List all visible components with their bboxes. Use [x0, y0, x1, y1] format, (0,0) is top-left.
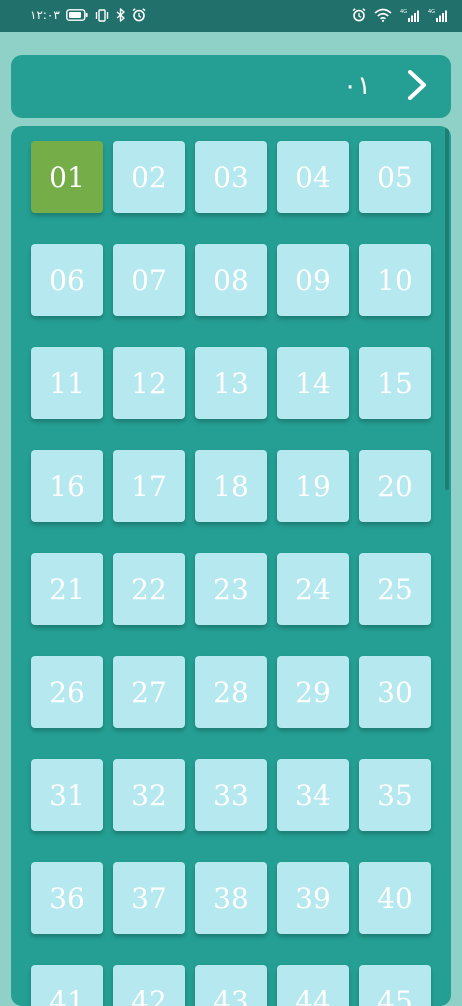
number-cell-01[interactable]: 01 — [31, 141, 103, 213]
number-cell-26[interactable]: 26 — [31, 656, 103, 728]
alarm-icon — [352, 8, 366, 22]
number-cell-06[interactable]: 06 — [31, 244, 103, 316]
number-cell-23[interactable]: 23 — [195, 553, 267, 625]
page-header: ٠١ — [11, 55, 451, 118]
number-cell-08[interactable]: 08 — [195, 244, 267, 316]
number-cell-38[interactable]: 38 — [195, 862, 267, 934]
number-cell-36[interactable]: 36 — [31, 862, 103, 934]
number-cell-24[interactable]: 24 — [277, 553, 349, 625]
number-cell-13[interactable]: 13 — [195, 347, 267, 419]
status-time: ١٢:٠٣ — [30, 8, 60, 22]
number-cell-22[interactable]: 22 — [113, 553, 185, 625]
number-cell-02[interactable]: 02 — [113, 141, 185, 213]
next-page-button[interactable] — [399, 69, 435, 105]
signal-4g-icon: 4G — [428, 8, 448, 22]
number-cell-17[interactable]: 17 — [113, 450, 185, 522]
number-cell-33[interactable]: 33 — [195, 759, 267, 831]
number-cell-35[interactable]: 35 — [359, 759, 431, 831]
number-cell-12[interactable]: 12 — [113, 347, 185, 419]
status-bar: ١٢:٠٣ 4G 4G — [0, 0, 462, 32]
number-cell-31[interactable]: 31 — [31, 759, 103, 831]
number-cell-19[interactable]: 19 — [277, 450, 349, 522]
number-cell-14[interactable]: 14 — [277, 347, 349, 419]
battery-icon — [65, 9, 88, 21]
number-cell-21[interactable]: 21 — [31, 553, 103, 625]
number-cell-20[interactable]: 20 — [359, 450, 431, 522]
number-cell-16[interactable]: 16 — [31, 450, 103, 522]
number-cell-11[interactable]: 11 — [31, 347, 103, 419]
number-cell-40[interactable]: 40 — [359, 862, 431, 934]
number-cell-04[interactable]: 04 — [277, 141, 349, 213]
number-cell-03[interactable]: 03 — [195, 141, 267, 213]
number-cell-29[interactable]: 29 — [277, 656, 349, 728]
number-cell-28[interactable]: 28 — [195, 656, 267, 728]
svg-text:4G: 4G — [428, 9, 435, 15]
svg-text:4G: 4G — [400, 9, 407, 15]
number-cell-37[interactable]: 37 — [113, 862, 185, 934]
vibrate-icon — [94, 8, 110, 22]
number-cell-39[interactable]: 39 — [277, 862, 349, 934]
number-cell-25[interactable]: 25 — [359, 553, 431, 625]
status-bar-right: 4G 4G — [352, 8, 448, 22]
number-cell-15[interactable]: 15 — [359, 347, 431, 419]
scrollbar[interactable] — [445, 128, 449, 490]
number-cell-09[interactable]: 09 — [277, 244, 349, 316]
number-cell-07[interactable]: 07 — [113, 244, 185, 316]
number-cell-32[interactable]: 32 — [113, 759, 185, 831]
alarm-icon — [132, 8, 146, 22]
number-cell-34[interactable]: 34 — [277, 759, 349, 831]
status-bar-left: ١٢:٠٣ — [30, 8, 146, 22]
number-cell-30[interactable]: 30 — [359, 656, 431, 728]
signal-4g-icon: 4G — [400, 8, 420, 22]
number-cell-10[interactable]: 10 — [359, 244, 431, 316]
wifi-icon — [374, 8, 392, 22]
page-number-label: ٠١ — [343, 71, 371, 101]
bluetooth-icon — [116, 8, 126, 22]
chevron-right-icon — [405, 69, 429, 105]
number-grid: 01 02 03 04 05 06 07 08 09 10 11 12 13 14 15 16 17 18 19 20… — [31, 141, 432, 1006]
number-cell-27[interactable]: 27 — [113, 656, 185, 728]
number-cell-05[interactable]: 05 — [359, 141, 431, 213]
number-cell-18[interactable]: 18 — [195, 450, 267, 522]
number-grid-panel: 01 02 03 04 05 06 07 08 09 10 11 12 13 14 15 16 17 18 19 20… — [11, 126, 451, 1006]
